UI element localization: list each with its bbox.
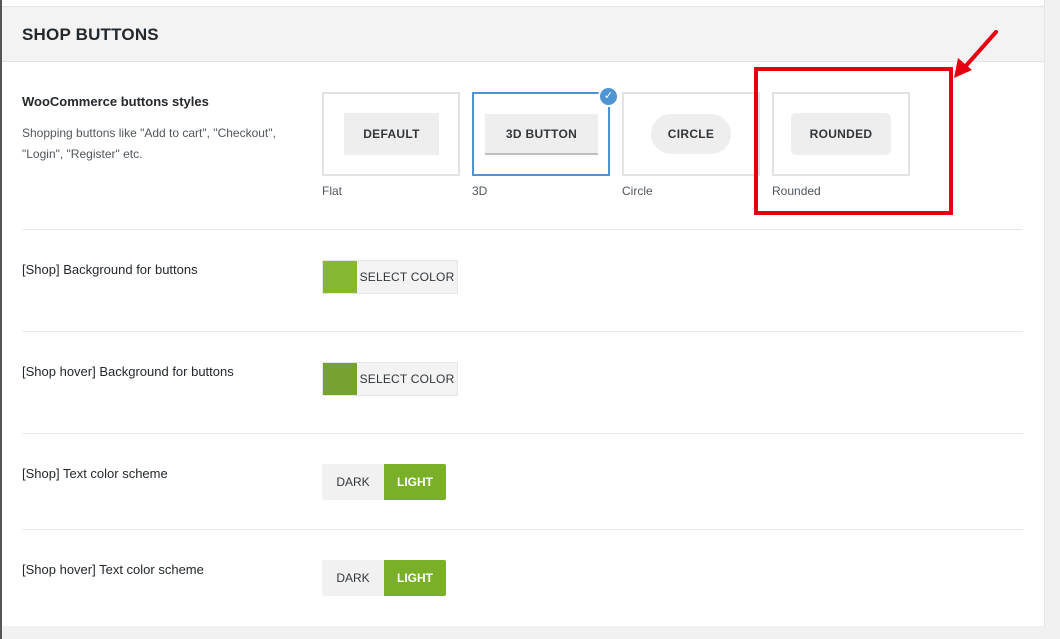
shop-bg-color-swatch[interactable] — [323, 261, 357, 293]
section-title: SHOP BUTTONS — [22, 25, 159, 44]
style-caption-circle: Circle — [622, 184, 653, 198]
row-divider — [22, 331, 1023, 332]
shop-hover-bg-color-picker[interactable]: SELECT COLOR — [322, 362, 458, 396]
style-caption-3d: 3D — [472, 184, 488, 198]
row-divider — [22, 529, 1023, 530]
button-styles-description: Shopping buttons like "Add to cart", "Ch… — [22, 126, 276, 161]
row-divider — [22, 229, 1023, 230]
shop-text-scheme-toggle: DARK LIGHT — [322, 464, 446, 500]
demo-default-button: DEFAULT — [344, 113, 439, 155]
style-option-3d[interactable]: 3D BUTTON — [472, 92, 610, 176]
shop-hover-bg-color-swatch[interactable] — [323, 363, 357, 395]
shop-hover-text-scheme-toggle: DARK LIGHT — [322, 560, 446, 596]
shop-bg-label: [Shop] Background for buttons — [22, 262, 198, 277]
style-option-circle[interactable]: CIRCLE — [622, 92, 760, 176]
shop-hover-bg-label: [Shop hover] Background for buttons — [22, 364, 234, 379]
style-option-flat[interactable]: DEFAULT — [322, 92, 460, 176]
shop-bg-color-picker[interactable]: SELECT COLOR — [322, 260, 458, 294]
style-caption-flat: Flat — [322, 184, 343, 198]
selected-check-icon: ✓ — [598, 86, 619, 107]
row-divider — [22, 433, 1023, 434]
scheme-option-dark[interactable]: DARK — [322, 464, 384, 500]
shop-hover-text-scheme-label: [Shop hover] Text color scheme — [22, 562, 204, 577]
scheme-option-light[interactable]: LIGHT — [384, 464, 446, 500]
hover-scheme-option-light[interactable]: LIGHT — [384, 560, 446, 596]
demo-3d-button: 3D BUTTON — [485, 114, 598, 155]
demo-circle-button: CIRCLE — [651, 114, 731, 154]
select-color-button[interactable]: SELECT COLOR — [357, 363, 457, 395]
hover-scheme-option-dark[interactable]: DARK — [322, 560, 384, 596]
button-styles-label: WooCommerce buttons styles — [22, 94, 209, 109]
select-color-button[interactable]: SELECT COLOR — [357, 261, 457, 293]
shop-text-scheme-label: [Shop] Text color scheme — [22, 466, 168, 481]
annotation-highlight-box — [754, 67, 953, 215]
section-header: SHOP BUTTONS — [2, 6, 1044, 62]
annotation-arrow-icon — [954, 30, 998, 78]
